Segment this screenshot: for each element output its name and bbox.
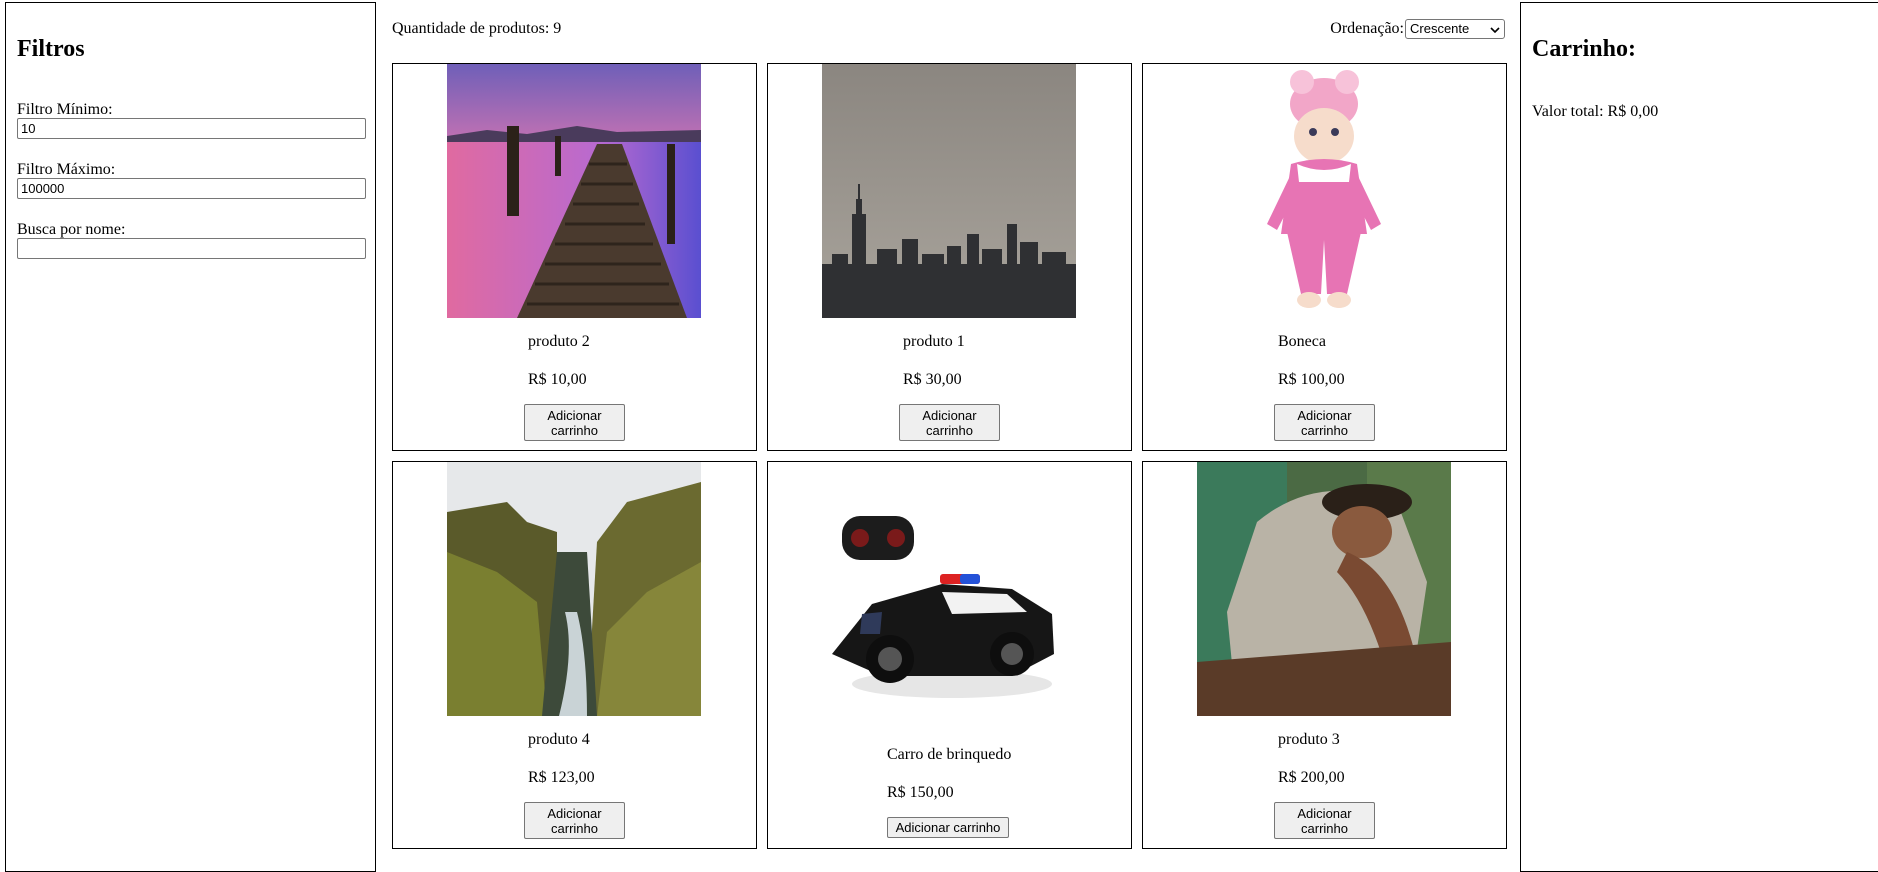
product-name: produto 1 bbox=[903, 333, 965, 350]
pier-sunset-photo bbox=[447, 64, 701, 318]
cart-panel: Carrinho: Valor total: R$ 0,00 bbox=[1520, 2, 1878, 872]
product-image bbox=[1197, 64, 1451, 318]
product-name: produto 2 bbox=[528, 333, 590, 350]
baby-doll-photo bbox=[1197, 64, 1451, 318]
product-price: R$ 30,00 bbox=[903, 371, 962, 388]
city-skyline-photo bbox=[822, 64, 1076, 318]
max-filter-group: Filtro Máximo: bbox=[17, 161, 366, 199]
add-to-cart-button[interactable]: Adicionar carrinho bbox=[899, 404, 1000, 441]
product-price: R$ 150,00 bbox=[887, 784, 954, 801]
product-card: produto 2 R$ 10,00 Adicionar carrinho bbox=[392, 63, 757, 451]
product-price: R$ 100,00 bbox=[1278, 371, 1345, 388]
cart-title: Carrinho: bbox=[1532, 36, 1636, 62]
sort-select[interactable]: Crescente bbox=[1405, 19, 1505, 39]
product-image bbox=[447, 64, 701, 318]
product-name: produto 3 bbox=[1278, 731, 1340, 748]
product-card: produto 3 R$ 200,00 Adicionar carrinho bbox=[1142, 461, 1507, 849]
add-to-cart-button[interactable]: Adicionar carrinho bbox=[887, 817, 1009, 838]
search-input[interactable] bbox=[17, 238, 366, 259]
product-price: R$ 123,00 bbox=[528, 769, 595, 786]
product-image bbox=[822, 482, 1076, 712]
sort-control: Ordenação: Crescente bbox=[1330, 19, 1505, 39]
min-filter-group: Filtro Mínimo: bbox=[17, 101, 366, 139]
canyon-river-photo bbox=[447, 462, 701, 716]
max-filter-input[interactable] bbox=[17, 178, 366, 199]
max-filter-label: Filtro Máximo: bbox=[17, 161, 116, 178]
man-sleeping-in-car-photo bbox=[1197, 462, 1451, 716]
product-image bbox=[447, 462, 701, 716]
product-price: R$ 10,00 bbox=[528, 371, 587, 388]
min-filter-label: Filtro Mínimo: bbox=[17, 101, 113, 118]
filters-panel: Filtros Filtro Mínimo: Filtro Máximo: Bu… bbox=[5, 2, 376, 872]
product-count: Quantidade de produtos: 9 bbox=[392, 20, 562, 37]
product-image bbox=[1197, 462, 1451, 716]
filters-title: Filtros bbox=[17, 36, 85, 62]
product-price: R$ 200,00 bbox=[1278, 769, 1345, 786]
product-card: produto 1 R$ 30,00 Adicionar carrinho bbox=[767, 63, 1132, 451]
product-card: produto 4 R$ 123,00 Adicionar carrinho bbox=[392, 461, 757, 849]
chevron-down-icon bbox=[1490, 19, 1500, 39]
product-card: Boneca R$ 100,00 Adicionar carrinho bbox=[1142, 63, 1507, 451]
cart-total: Valor total: R$ 0,00 bbox=[1532, 103, 1659, 120]
toy-police-car-photo bbox=[822, 494, 1076, 712]
search-filter-group: Busca por nome: bbox=[17, 221, 366, 259]
product-image bbox=[822, 64, 1076, 318]
product-name: Carro de brinquedo bbox=[887, 746, 1012, 763]
sort-selected-value: Crescente bbox=[1410, 21, 1470, 36]
add-to-cart-button[interactable]: Adicionar carrinho bbox=[524, 802, 625, 839]
sort-label: Ordenação: bbox=[1330, 20, 1404, 37]
min-filter-input[interactable] bbox=[17, 118, 366, 139]
add-to-cart-button[interactable]: Adicionar carrinho bbox=[1274, 404, 1375, 441]
products-toolbar: Quantidade de produtos: 9 Ordenação: Cre… bbox=[392, 19, 1505, 41]
add-to-cart-button[interactable]: Adicionar carrinho bbox=[1274, 802, 1375, 839]
product-name: produto 4 bbox=[528, 731, 590, 748]
search-label: Busca por nome: bbox=[17, 221, 126, 238]
product-name: Boneca bbox=[1278, 333, 1326, 350]
add-to-cart-button[interactable]: Adicionar carrinho bbox=[524, 404, 625, 441]
product-card: Carro de brinquedo R$ 150,00 Adicionar c… bbox=[767, 461, 1132, 849]
